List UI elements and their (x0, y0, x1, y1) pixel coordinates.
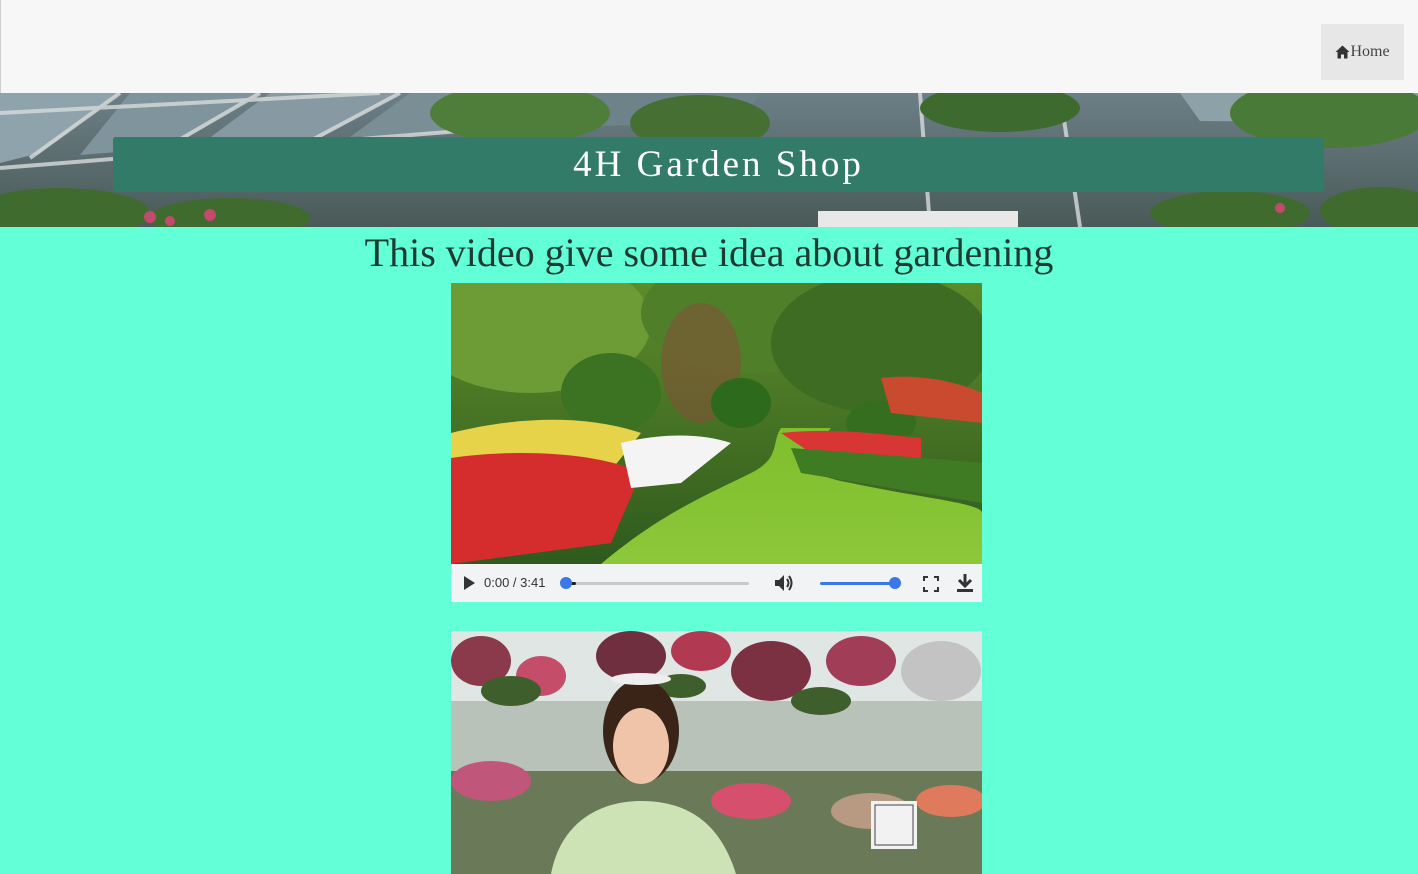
top-nav-bar: Home (0, 0, 1418, 93)
volume-slider[interactable] (820, 577, 901, 589)
site-title: 4H Garden Shop (573, 144, 864, 185)
volume-icon[interactable] (773, 573, 795, 593)
video-time: 0:00 / 3:41 (484, 575, 546, 590)
home-button[interactable]: Home (1321, 24, 1404, 80)
video-controls: 0:00 / 3:41 (451, 564, 982, 602)
site-title-bar: 4H Garden Shop (113, 137, 1324, 192)
video-progress-bar[interactable] (560, 577, 749, 589)
fullscreen-icon[interactable] (923, 576, 939, 592)
video-poster-shop (451, 631, 982, 874)
video-player-2[interactable] (451, 631, 982, 874)
video-player-1[interactable]: 0:00 / 3:41 (451, 283, 982, 602)
download-icon[interactable] (956, 573, 974, 593)
play-icon[interactable] (462, 575, 476, 591)
intro-heading: This video give some idea about gardenin… (364, 230, 1054, 275)
home-button-label: Home (1350, 43, 1390, 60)
volume-thumb[interactable] (889, 577, 901, 589)
video-progress-thumb[interactable] (560, 577, 572, 589)
home-icon (1335, 45, 1350, 59)
video-poster-garden (451, 283, 982, 564)
